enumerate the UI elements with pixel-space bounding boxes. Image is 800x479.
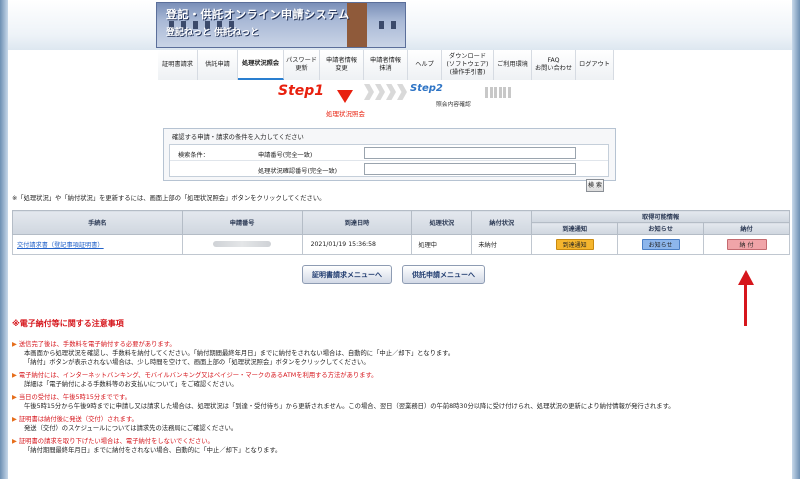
menu-buttons: 証明書請求メニューへ 供託申請メニューへ: [302, 265, 485, 284]
system-subtitle: 登記ねっと 供託ねっと: [166, 28, 260, 38]
table-row: 交付請求書（登記事項証明書） 2021/01/19 15:36:58 処理中 未…: [12, 234, 790, 255]
payment-value: 未納付: [471, 234, 533, 255]
nav-download[interactable]: ダウンロード (ソフトウェア) (操作手引書): [442, 50, 494, 80]
tower-illustration: [347, 3, 367, 47]
nav-applicant-change[interactable]: 申請者情報 変更: [320, 50, 364, 80]
col-arrival-notice: 到達通知: [531, 222, 619, 235]
page: 登記・供託オンライン申請システム 登記ねっと 供託ねっと 証明書請求 供託申請 …: [8, 0, 792, 479]
note-line: 「納付」ボタンが表示されない場合は、少し時間を空けて、画面上部の「処理状況照会」…: [24, 359, 370, 366]
procedure-link[interactable]: 交付請求書（登記事項証明書）: [17, 242, 104, 249]
nav-password-update[interactable]: パスワード 更新: [284, 50, 320, 80]
step-indicator: Step1 処理状況照会 Step2 照会内容確認: [8, 80, 792, 122]
note-heading: ▶ 証明書の請求を取り下げたい場合は、電子納付をしないでください。: [12, 438, 214, 445]
update-note: ※「処理状況」や「納付状況」を更新するには、画面上部の「処理状況照会」ボタンをク…: [12, 195, 326, 202]
note-heading: ▶ 送信完了後は、手数料を電子納付する必要があります。: [12, 341, 176, 348]
bullet-arrow-icon: ▶: [12, 416, 17, 423]
col-procedure: 手続名: [12, 210, 183, 235]
note-line: 「納付期間最終年月日」までに納付をされない場合、自動的に「中止／却下」となります…: [24, 447, 282, 454]
cert-menu-button[interactable]: 証明書請求メニューへ: [302, 265, 392, 284]
status-check-number-input[interactable]: [364, 163, 576, 175]
app-number-input[interactable]: [364, 147, 576, 159]
note-heading: ▶ 電子納付には、インターネットバンキング、モバイルバンキング又はペイジー・マーク…: [12, 372, 378, 379]
bullet-arrow-icon: ▶: [12, 341, 17, 348]
arrival-notice-button[interactable]: 到達通知: [555, 239, 594, 250]
step2-title: Step2: [410, 83, 443, 94]
note-line: 詳細は「電子納付による手数料等のお支払いについて」をご確認ください。: [24, 381, 238, 388]
bullet-arrow-icon: ▶: [12, 372, 17, 379]
col-available-info: 取得可能情報: [531, 210, 790, 223]
col-app-number: 申請番号: [181, 210, 303, 235]
deposit-menu-button[interactable]: 供託申請メニューへ: [402, 265, 485, 284]
current-step-arrow-icon: [337, 90, 353, 103]
note-heading: ▶ 証明書は納付後に発送（交付）されます。: [12, 416, 138, 423]
nav-faq[interactable]: FAQ お問い合わせ: [532, 50, 576, 80]
notes-list: ▶ 送信完了後は、手数料を電子納付する必要があります。 本画面から処理状況を確認し…: [12, 336, 790, 455]
step1-title: Step1: [278, 83, 325, 99]
nav-status-inquiry[interactable]: 処理状況照会: [238, 50, 284, 80]
notes-title: ※電子納付等に関する注意事項: [12, 319, 124, 328]
note-line: 発送（交付）のスケジュールについては請求先の法務局にご確認ください。: [24, 425, 238, 432]
app-number-redacted: [213, 240, 272, 247]
note-heading: ▶ 当日の受付は、午後5時15分までです。: [12, 394, 131, 401]
search-instruction: 確認する申請・請求の条件を入力してください: [172, 134, 304, 141]
search-panel: 確認する申請・請求の条件を入力してください 検索条件： 申請番号(完全一致) 処…: [163, 128, 616, 192]
status-value: 処理中: [411, 234, 473, 255]
status-table: 手続名 申請番号 到達日時 処理状況 納付状況 取得可能情報 到達通知 お知らせ…: [12, 210, 790, 255]
system-title: 登記・供託オンライン申請システム: [166, 8, 350, 21]
search-button[interactable]: 検 索: [586, 179, 604, 192]
note-line: 午後5時15分から午後9時までに申請し又は請求した場合は、処理状況は「到達・受付…: [24, 403, 675, 410]
nav-applicant-delete[interactable]: 申請者情報 抹消: [364, 50, 408, 80]
step2-label: 照会内容確認: [436, 102, 471, 108]
col-notice: お知らせ: [617, 222, 705, 235]
col-arrival-time: 到達日時: [301, 210, 413, 235]
nav-cert-request[interactable]: 証明書請求: [158, 50, 198, 80]
step1-label: 処理状況照会: [326, 110, 365, 118]
search-form: 検索条件： 申請番号(完全一致) 処理状況確認番号(完全一致) 検 索: [169, 144, 609, 192]
nav-environment[interactable]: ご利用環境: [494, 50, 532, 80]
app-number-label: 申請番号(完全一致): [258, 152, 313, 159]
step-bars-icon: [485, 87, 512, 98]
search-condition-label: 検索条件：: [178, 152, 209, 159]
nav-logout[interactable]: ログアウト: [576, 50, 614, 80]
step-chevrons-icon: [364, 84, 408, 100]
pointer-arrow-shaft: [744, 284, 747, 326]
header-banner: 登記・供託オンライン申請システム 登記ねっと 供託ねっと: [8, 0, 792, 50]
col-status: 処理状況: [411, 210, 473, 235]
bullet-arrow-icon: ▶: [12, 394, 17, 401]
pointer-arrow-icon: [738, 270, 754, 285]
bullet-arrow-icon: ▶: [12, 438, 17, 445]
arrival-time: 2021/01/19 15:36:58: [301, 234, 413, 255]
status-check-number-label: 処理状況確認番号(完全一致): [258, 168, 338, 175]
note-line: 本画面から処理状況を確認し、手数料を納付してください。「納付期間最終年月日」まで…: [24, 350, 455, 357]
nav-help[interactable]: ヘルプ: [408, 50, 442, 80]
col-payment-status: 納付状況: [471, 210, 533, 235]
nav-deposit-apply[interactable]: 供託申請: [198, 50, 238, 80]
notice-button[interactable]: お知らせ: [641, 239, 680, 250]
main-nav: 証明書請求 供託申請 処理状況照会 パスワード 更新 申請者情報 変更 申請者情…: [158, 50, 614, 80]
col-pay: 納付: [703, 222, 790, 235]
pay-button[interactable]: 納 付: [726, 239, 767, 250]
